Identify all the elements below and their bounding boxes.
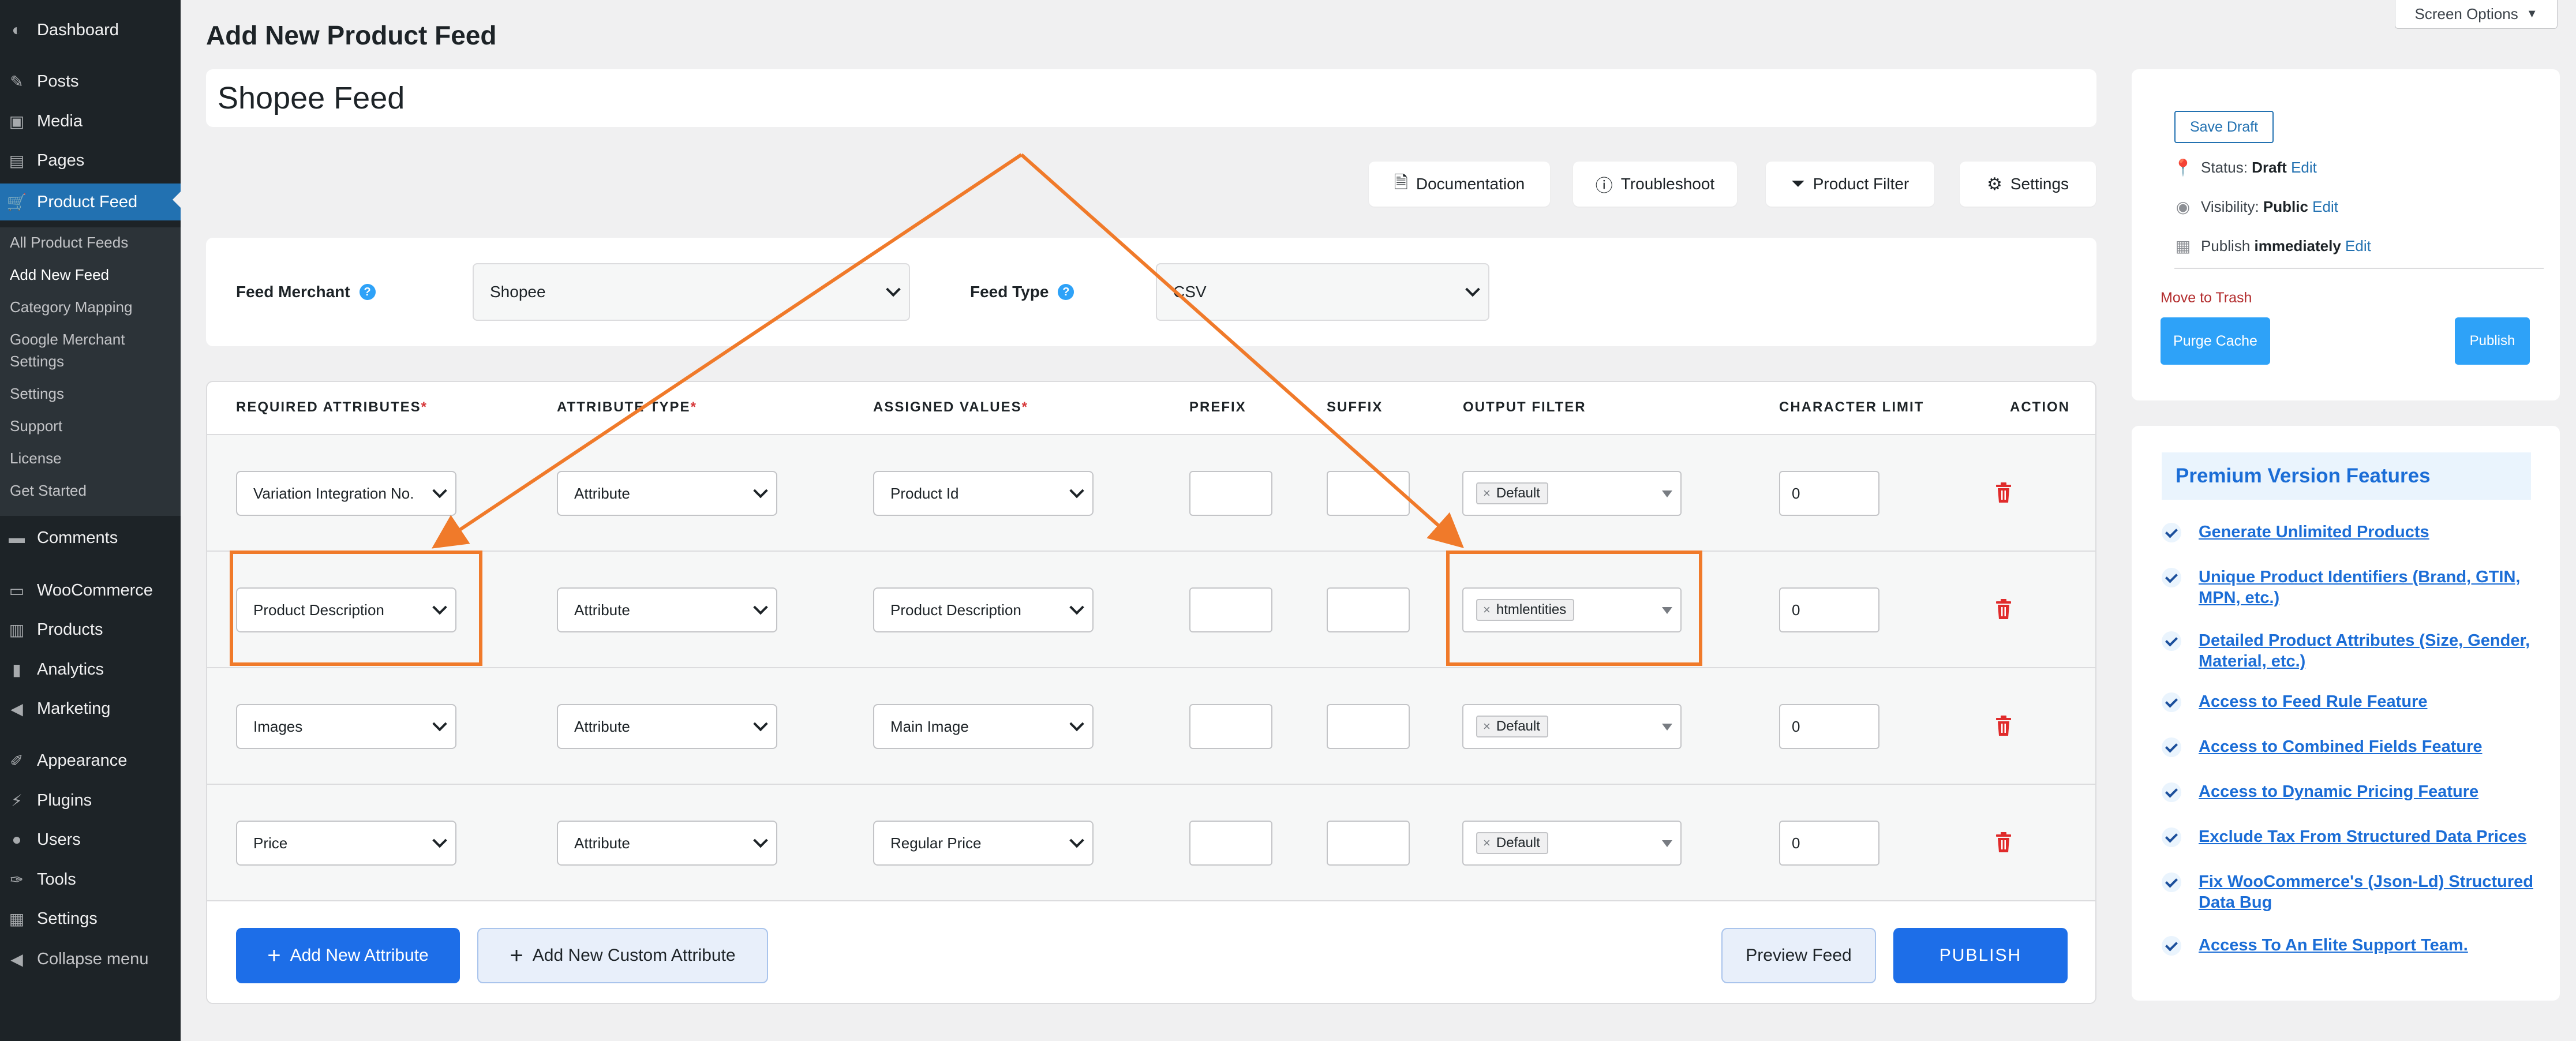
premium-feature-item[interactable]: Access To An Elite Support Team. <box>2162 935 2533 956</box>
status-line: 📍 Status: Draft Edit <box>2173 159 2317 177</box>
premium-feature-item[interactable]: Access to Dynamic Pricing Feature <box>2162 781 2533 802</box>
premium-feature-link[interactable]: Exclude Tax From Structured Data Prices <box>2199 826 2533 847</box>
arrow-to-attribute <box>432 153 1023 549</box>
premium-feature-link[interactable]: Access to Feed Rule Feature <box>2199 691 2533 712</box>
pin-icon: 📍 <box>2173 159 2193 177</box>
publish-box: Save Draft 📍 Status: Draft Edit ◉ Visibi… <box>2132 69 2560 400</box>
premium-feature-item[interactable]: Exclude Tax From Structured Data Prices <box>2162 826 2533 847</box>
check-circle-icon <box>2162 631 2181 651</box>
check-circle-icon <box>2162 523 2181 542</box>
publish-date-edit-link[interactable]: Edit <box>2345 237 2371 254</box>
publish-date-line: ▦ Publish immediately Edit <box>2175 237 2371 255</box>
check-circle-icon <box>2162 936 2181 956</box>
premium-title: Premium Version Features <box>2162 452 2531 500</box>
status-edit-link[interactable]: Edit <box>2291 159 2317 176</box>
premium-feature-link[interactable]: Access To An Elite Support Team. <box>2199 935 2533 956</box>
calendar-icon: ▦ <box>2175 237 2191 255</box>
premium-feature-item[interactable]: Unique Product Identifiers (Brand, GTIN,… <box>2162 567 2533 608</box>
premium-feature-item[interactable]: Generate Unlimited Products <box>2162 522 2533 542</box>
save-draft-button[interactable]: Save Draft <box>2174 111 2274 143</box>
premium-feature-item[interactable]: Fix WooCommerce's (Json-Ld) Structured D… <box>2162 871 2533 913</box>
premium-feature-item[interactable]: Access to Combined Fields Feature <box>2162 736 2533 757</box>
check-circle-icon <box>2162 568 2181 587</box>
check-circle-icon <box>2162 873 2181 892</box>
visibility-line: ◉ Visibility: Public Edit <box>2174 197 2338 216</box>
premium-feature-link[interactable]: Fix WooCommerce's (Json-Ld) Structured D… <box>2199 871 2533 913</box>
premium-feature-link[interactable]: Detailed Product Attributes (Size, Gende… <box>2199 630 2533 672</box>
publish-side-button[interactable]: Publish <box>2455 317 2530 365</box>
arrow-to-output-filter <box>1020 153 1464 548</box>
move-to-trash-link[interactable]: Move to Trash <box>2161 290 2252 306</box>
premium-feature-link[interactable]: Generate Unlimited Products <box>2199 522 2533 542</box>
premium-feature-link[interactable]: Unique Product Identifiers (Brand, GTIN,… <box>2199 567 2533 608</box>
check-circle-icon <box>2162 737 2181 757</box>
premium-feature-item[interactable]: Access to Feed Rule Feature <box>2162 691 2533 712</box>
purge-cache-button[interactable]: Purge Cache <box>2161 317 2270 365</box>
eye-icon: ◉ <box>2176 198 2191 216</box>
premium-features-box: Premium Version Features Generate Unlimi… <box>2132 426 2560 1001</box>
premium-feature-link[interactable]: Access to Combined Fields Feature <box>2199 736 2533 757</box>
check-circle-icon <box>2162 692 2181 712</box>
visibility-edit-link[interactable]: Edit <box>2312 198 2338 215</box>
premium-feature-item[interactable]: Detailed Product Attributes (Size, Gende… <box>2162 630 2533 672</box>
check-circle-icon <box>2162 827 2181 847</box>
divider <box>2174 268 2544 269</box>
premium-feature-link[interactable]: Access to Dynamic Pricing Feature <box>2199 781 2533 802</box>
check-circle-icon <box>2162 782 2181 802</box>
